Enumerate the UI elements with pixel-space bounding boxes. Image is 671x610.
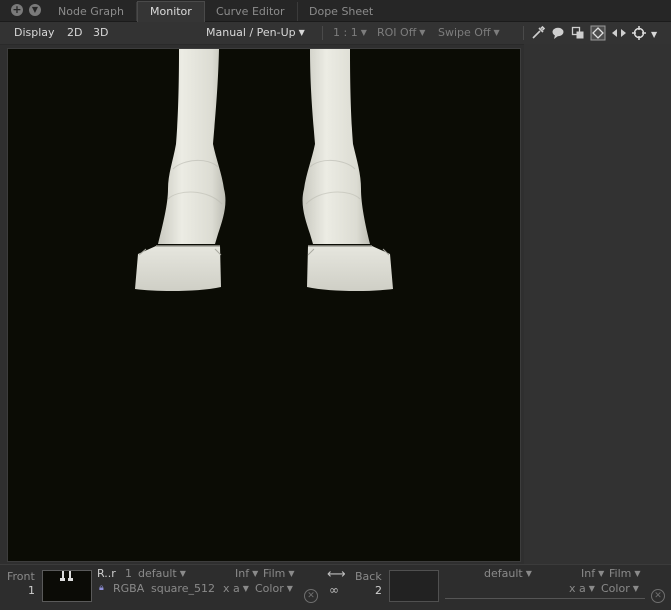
- chevron-down-icon: ▼: [179, 569, 186, 578]
- inf-a-dropdown[interactable]: Inf ▼: [235, 567, 258, 581]
- tab-dope-sheet[interactable]: Dope Sheet: [297, 2, 385, 21]
- chevron-down-icon: ▼: [288, 569, 295, 578]
- overlay-layers-icon[interactable]: [570, 25, 586, 41]
- tab-bar: + ▼ Node Graph Monitor Curve Editor Dope…: [0, 0, 671, 22]
- node-name-a: R..r: [97, 567, 116, 580]
- clear-b-icon[interactable]: ✕: [651, 589, 665, 603]
- color-a-dropdown[interactable]: Color ▼: [255, 582, 293, 596]
- monitor-toolbar: Display 2D 3D Manual / Pen-Up ▼ 1 : 1 ▼ RO…: [0, 22, 671, 45]
- front-label: Front: [7, 570, 35, 583]
- chevron-down-icon: ▼: [360, 28, 367, 37]
- mode-2d-button[interactable]: 2D: [67, 26, 82, 40]
- right-leg: [302, 49, 393, 292]
- pen-mode-dropdown[interactable]: Manual / Pen-Up ▼: [206, 26, 305, 41]
- thumbnail-preview: [60, 571, 73, 581]
- display-menu[interactable]: Display: [14, 26, 55, 40]
- lock-icon[interactable]: 🔒︎: [99, 582, 104, 595]
- xa-b-dropdown[interactable]: x a ▼: [569, 582, 595, 596]
- add-pane-icon[interactable]: +: [11, 4, 23, 16]
- chevron-down-icon: ▼: [242, 584, 249, 593]
- horse-legs-render: [135, 49, 393, 292]
- inf-b-dropdown[interactable]: Inf ▼: [581, 567, 604, 581]
- view-frame-icon[interactable]: [590, 25, 606, 41]
- inf-b-label: Inf: [581, 567, 596, 580]
- color-b-dropdown[interactable]: Color ▼: [601, 582, 639, 596]
- color-a-label: Color: [255, 582, 284, 595]
- roi-label: ROI Off: [377, 26, 417, 39]
- default-b-label: default: [484, 567, 523, 580]
- film-a-dropdown[interactable]: Film ▼: [263, 567, 295, 581]
- chevron-down-icon: ▼: [632, 584, 639, 593]
- monitor-info-bar: Front 1 R..r 1 default ▼ 🔒︎ RGBA square_5…: [0, 564, 671, 610]
- back-thumbnail[interactable]: [389, 570, 439, 602]
- mode-3d-button[interactable]: 3D: [93, 26, 108, 40]
- xa-a-label: x a: [223, 582, 240, 595]
- swap-icon[interactable]: ⟷: [327, 568, 346, 581]
- viewer-menu-icon[interactable]: ▼: [651, 28, 657, 42]
- chevron-down-icon: ▼: [419, 28, 426, 37]
- chevron-down-icon: ▼: [525, 569, 532, 578]
- zoom-dropdown[interactable]: 1 : 1 ▼: [333, 26, 367, 41]
- speech-bubble-icon[interactable]: [550, 25, 566, 41]
- xa-b-label: x a: [569, 582, 586, 595]
- chevron-down-icon: ▼: [588, 584, 595, 593]
- front-thumbnail[interactable]: [42, 570, 92, 602]
- left-leg: [135, 49, 226, 292]
- clear-a-icon[interactable]: ✕: [304, 589, 318, 603]
- chevron-down-icon: ▼: [634, 569, 641, 578]
- tab-node-graph[interactable]: Node Graph: [46, 2, 137, 21]
- pen-mode-label: Manual / Pen-Up: [206, 26, 296, 39]
- inf-a-label: Inf: [235, 567, 250, 580]
- film-b-label: Film: [609, 567, 632, 580]
- pane-menu-icon[interactable]: ▼: [29, 4, 41, 16]
- zoom-label: 1 : 1: [333, 26, 358, 39]
- roi-dropdown[interactable]: ROI Off ▼: [377, 26, 425, 41]
- format-a: square_512: [151, 582, 215, 595]
- sync-icon[interactable]: [611, 25, 627, 41]
- swipe-dropdown[interactable]: Swipe Off ▼: [438, 26, 500, 41]
- default-a-label: default: [138, 567, 177, 580]
- chevron-down-icon: ▼: [286, 584, 293, 593]
- divider: [322, 26, 323, 40]
- default-a-dropdown[interactable]: default ▼: [138, 567, 186, 581]
- side-panel: [524, 44, 671, 564]
- chevron-down-icon: ▼: [298, 28, 305, 37]
- back-number: 2: [375, 584, 382, 597]
- link-icon[interactable]: ∞: [329, 584, 339, 597]
- chevron-down-icon: ▼: [598, 569, 605, 578]
- tab-monitor[interactable]: Monitor: [137, 1, 205, 22]
- frame-a: 1: [125, 567, 132, 580]
- color-b-label: Color: [601, 582, 630, 595]
- film-b-dropdown[interactable]: Film ▼: [609, 567, 641, 581]
- divider: [523, 26, 524, 40]
- tab-curve-editor[interactable]: Curve Editor: [204, 2, 298, 21]
- front-number: 1: [28, 584, 35, 597]
- chevron-down-icon: ▼: [493, 28, 500, 37]
- target-icon[interactable]: [631, 25, 647, 41]
- xa-a-dropdown[interactable]: x a ▼: [223, 582, 249, 596]
- channels-a[interactable]: RGBA: [113, 582, 144, 595]
- eyedropper-icon[interactable]: [530, 25, 546, 41]
- default-b-dropdown[interactable]: default ▼: [484, 567, 532, 581]
- chevron-down-icon: ▼: [252, 569, 259, 578]
- back-progress-line: [445, 598, 645, 599]
- back-label: Back: [355, 570, 382, 583]
- monitor-viewport[interactable]: [7, 48, 521, 562]
- swipe-label: Swipe Off: [438, 26, 491, 39]
- film-a-label: Film: [263, 567, 286, 580]
